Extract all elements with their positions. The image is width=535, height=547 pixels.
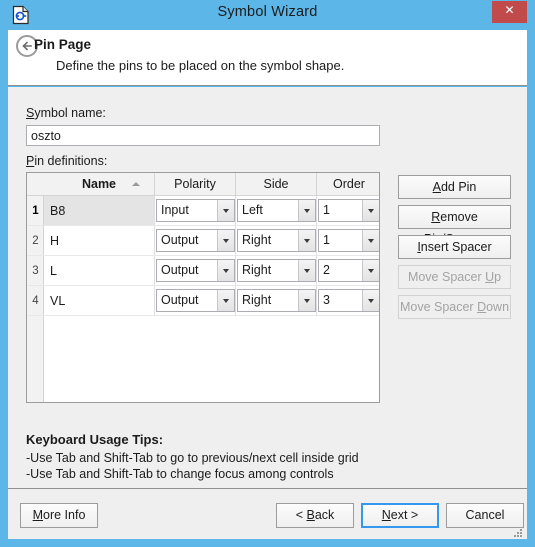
symbol-name-label: Symbol name:: [26, 106, 106, 120]
keyboard-tip-line: -Use Tab and Shift-Tab to go to previous…: [26, 451, 359, 465]
symbol-name-input[interactable]: [26, 125, 380, 146]
remove-pin-spacer-button[interactable]: Remove Pin/Spacer: [398, 205, 511, 246]
chevron-down-icon[interactable]: [362, 230, 379, 251]
move-spacer-down-button: Move Spacer Down: [398, 295, 511, 319]
add-pin-button[interactable]: Add Pin: [398, 175, 511, 199]
next-button[interactable]: Next >: [361, 503, 439, 528]
cell-order: 1: [317, 226, 379, 256]
cell-side: Right: [236, 226, 317, 256]
table-row[interactable]: 1 B8 Input Left 1: [27, 196, 379, 226]
cell-name[interactable]: H: [44, 226, 155, 256]
cell-side: Right: [236, 286, 317, 316]
wizard-header: Pin Page Define the pins to be placed on…: [8, 30, 527, 86]
table-row[interactable]: 2 H Output Right 1: [27, 226, 379, 256]
cell-order: 2: [317, 256, 379, 286]
pin-definitions-label: Pin definitions:: [26, 154, 108, 168]
grid-header-row: Name Polarity Side Order: [27, 173, 379, 196]
cell-name[interactable]: B8: [44, 196, 155, 226]
side-dropdown[interactable]: Right: [237, 289, 316, 312]
close-button[interactable]: ✕: [492, 1, 527, 23]
close-icon: ✕: [504, 3, 515, 17]
polarity-dropdown[interactable]: Input: [156, 199, 235, 222]
row-number: 1: [27, 196, 44, 226]
cell-name[interactable]: L: [44, 256, 155, 286]
cell-name[interactable]: VL: [44, 286, 155, 316]
chevron-down-icon[interactable]: [362, 290, 379, 311]
table-row[interactable]: 3 L Output Right 2: [27, 256, 379, 286]
grid-column-header-side[interactable]: Side: [236, 173, 317, 195]
page-subtitle: Define the pins to be placed on the symb…: [56, 58, 345, 73]
window-title: Symbol Wizard: [217, 4, 318, 20]
more-info-button[interactable]: More Info: [20, 503, 98, 528]
chevron-down-icon[interactable]: [298, 290, 315, 311]
cell-polarity: Output: [155, 226, 236, 256]
cell-polarity: Output: [155, 256, 236, 286]
order-dropdown[interactable]: 1: [318, 199, 379, 222]
keyboard-tips-title: Keyboard Usage Tips:: [26, 432, 164, 447]
cell-polarity: Output: [155, 286, 236, 316]
symbol-wizard-window: Symbol Wizard ✕ Pin Page Define the pins…: [0, 0, 535, 547]
pin-definitions-grid[interactable]: Name Polarity Side Order 1 B8 Input Left…: [26, 172, 380, 403]
cell-order: 1: [317, 196, 379, 226]
side-dropdown[interactable]: Right: [237, 259, 316, 282]
chevron-down-icon[interactable]: [217, 260, 234, 281]
cell-order: 3: [317, 286, 379, 316]
wizard-body: Symbol name: Pin definitions: Name Polar…: [8, 87, 527, 488]
side-dropdown[interactable]: Left: [237, 199, 316, 222]
resize-grip[interactable]: [513, 525, 523, 543]
page-title: Pin Page: [34, 37, 92, 52]
table-row[interactable]: 4 VL Output Right 3: [27, 286, 379, 316]
polarity-dropdown[interactable]: Output: [156, 289, 235, 312]
cell-side: Left: [236, 196, 317, 226]
order-dropdown[interactable]: 2: [318, 259, 379, 282]
chevron-down-icon[interactable]: [217, 230, 234, 251]
row-number: 4: [27, 286, 44, 316]
grid-column-header-polarity[interactable]: Polarity: [155, 173, 236, 195]
grid-column-header-name[interactable]: Name: [44, 173, 155, 195]
wizard-footer: More Info < Back Next > Cancel: [8, 488, 527, 539]
chevron-down-icon[interactable]: [298, 260, 315, 281]
keyboard-tip-line: -Use Tab and Shift-Tab to change focus a…: [26, 467, 334, 481]
polarity-dropdown[interactable]: Output: [156, 229, 235, 252]
move-spacer-up-button: Move Spacer Up: [398, 265, 511, 289]
order-dropdown[interactable]: 1: [318, 229, 379, 252]
insert-spacer-button[interactable]: Insert Spacer: [398, 235, 511, 259]
back-button[interactable]: < Back: [276, 503, 354, 528]
chevron-down-icon[interactable]: [298, 200, 315, 221]
cell-side: Right: [236, 256, 317, 286]
cell-polarity: Input: [155, 196, 236, 226]
sort-ascending-icon: [132, 182, 140, 186]
title-bar: Symbol Wizard ✕: [0, 0, 535, 30]
row-number: 2: [27, 226, 44, 256]
chevron-down-icon[interactable]: [362, 260, 379, 281]
order-dropdown[interactable]: 3: [318, 289, 379, 312]
chevron-down-icon[interactable]: [217, 290, 234, 311]
polarity-dropdown[interactable]: Output: [156, 259, 235, 282]
side-dropdown[interactable]: Right: [237, 229, 316, 252]
chevron-down-icon[interactable]: [362, 200, 379, 221]
grid-column-header-order[interactable]: Order: [317, 173, 379, 195]
chevron-down-icon[interactable]: [298, 230, 315, 251]
chevron-down-icon[interactable]: [217, 200, 234, 221]
row-number: 3: [27, 256, 44, 286]
